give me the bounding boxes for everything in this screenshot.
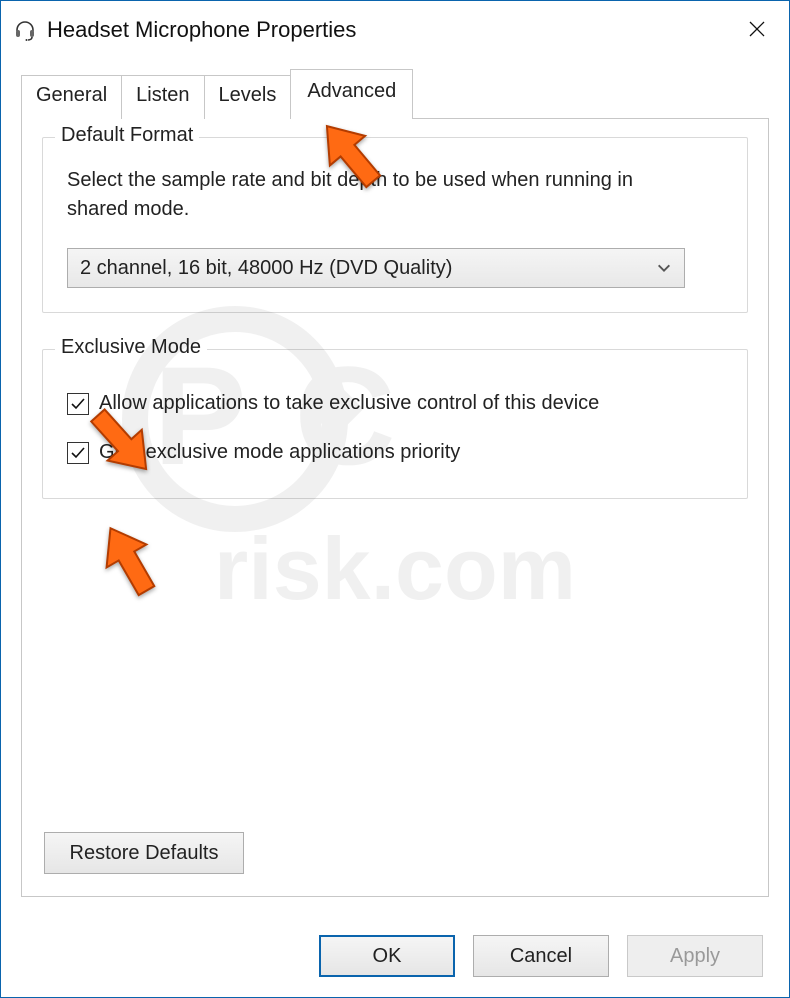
tab-general[interactable]: General (21, 75, 122, 119)
group-default-format: Default Format Select the sample rate an… (42, 137, 748, 313)
chevron-down-icon (656, 260, 672, 276)
tab-strip: General Listen Levels Advanced (21, 73, 769, 119)
window-title: Headset Microphone Properties (47, 17, 356, 43)
tab-levels[interactable]: Levels (204, 75, 292, 119)
close-button[interactable] (725, 1, 789, 57)
headset-icon (13, 18, 37, 42)
checkmark-icon (70, 445, 86, 461)
sample-rate-select[interactable]: 2 channel, 16 bit, 48000 Hz (DVD Quality… (67, 248, 685, 288)
tab-panel-advanced: Default Format Select the sample rate an… (21, 119, 769, 897)
tab-advanced[interactable]: Advanced (290, 69, 413, 119)
label-exclusive-control: Allow applications to take exclusive con… (99, 392, 599, 415)
row-exclusive-priority: Give exclusive mode applications priorit… (67, 441, 723, 464)
dialog-window: Headset Microphone Properties General Li… (0, 0, 790, 998)
checkmark-icon (70, 396, 86, 412)
title-bar: Headset Microphone Properties (1, 1, 789, 59)
sample-rate-selected-text: 2 channel, 16 bit, 48000 Hz (DVD Quality… (80, 257, 656, 280)
default-format-description: Select the sample rate and bit depth to … (67, 166, 647, 224)
dialog-button-bar: OK Cancel Apply (319, 935, 763, 977)
group-legend-exclusive-mode: Exclusive Mode (55, 336, 207, 359)
tab-listen[interactable]: Listen (121, 75, 204, 119)
checkbox-exclusive-control[interactable] (67, 393, 89, 415)
group-legend-default-format: Default Format (55, 124, 199, 147)
cancel-button[interactable]: Cancel (473, 935, 609, 977)
checkbox-exclusive-priority[interactable] (67, 442, 89, 464)
restore-defaults-button[interactable]: Restore Defaults (44, 832, 244, 874)
group-exclusive-mode: Exclusive Mode Allow applications to tak… (42, 349, 748, 499)
ok-button[interactable]: OK (319, 935, 455, 977)
label-exclusive-priority: Give exclusive mode applications priorit… (99, 441, 460, 464)
close-icon (748, 20, 766, 38)
apply-button: Apply (627, 935, 763, 977)
row-exclusive-control: Allow applications to take exclusive con… (67, 392, 723, 415)
